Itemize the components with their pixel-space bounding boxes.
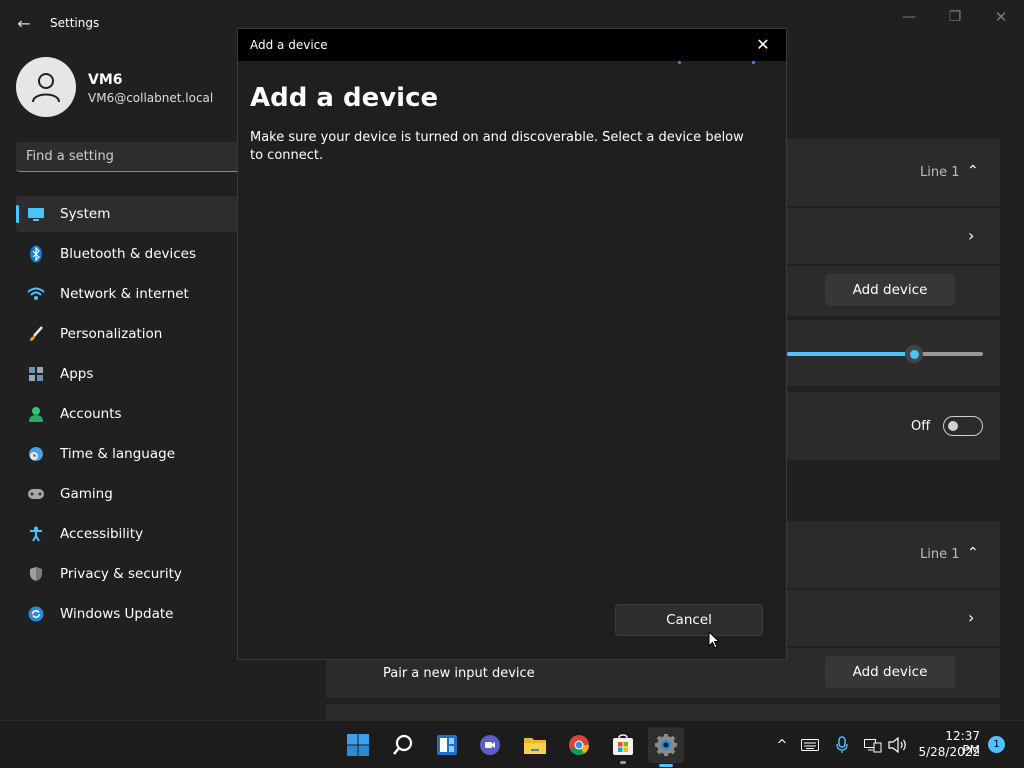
progress-dot: [752, 61, 755, 64]
person-avatar-icon: [32, 73, 60, 103]
toggle-knob: [948, 421, 958, 431]
line1-label-top: Line 1: [920, 165, 960, 180]
settings-card-partial: [326, 704, 1000, 720]
add-device-button[interactable]: Add device: [825, 656, 955, 688]
toggle-state-label: Off: [911, 419, 931, 434]
sidebar-item-label: Apps: [60, 366, 94, 382]
update-icon: [27, 605, 45, 623]
pair-input-device-label: Pair a new input device: [383, 666, 535, 681]
sidebar-item-label: Accessibility: [60, 526, 144, 542]
minimize-icon[interactable]: —: [897, 8, 921, 26]
settings-icon[interactable]: [648, 727, 684, 763]
monitor-icon: [27, 205, 45, 223]
user-email: VM6@collabnet.local: [88, 91, 214, 105]
dialog-close-icon[interactable]: ✕: [752, 35, 774, 55]
running-indicator: [620, 761, 626, 764]
taskbar: ^ 12:37 PM 5/28/2022 1: [0, 720, 1024, 768]
dialog-window-title: Add a device: [250, 38, 328, 52]
apps-icon: [27, 365, 45, 383]
store-icon[interactable]: [605, 727, 641, 763]
chat-icon[interactable]: [472, 727, 508, 763]
sidebar-item-system[interactable]: System: [16, 196, 244, 232]
notification-badge[interactable]: 1: [988, 736, 1005, 753]
search-box: [16, 142, 256, 172]
sidebar-item-accessibility[interactable]: Accessibility: [16, 516, 244, 552]
accessibility-icon: [27, 525, 45, 543]
slider-fill: [787, 352, 915, 356]
microphone-icon[interactable]: [832, 735, 852, 755]
line1-label-bottom: Line 1: [920, 547, 960, 562]
toggle-switch[interactable]: [943, 416, 983, 436]
slider[interactable]: [787, 345, 983, 363]
search-icon[interactable]: [385, 727, 421, 763]
chevron-up-icon[interactable]: ⌃: [967, 163, 979, 179]
app-title: Settings: [50, 16, 100, 30]
keyboard-icon[interactable]: [800, 735, 820, 755]
dialog-heading: Add a device: [250, 83, 439, 113]
active-app-indicator: [659, 764, 673, 767]
sidebar-item-accounts[interactable]: Accounts: [16, 396, 244, 432]
wifi-icon: [27, 285, 45, 303]
chevron-right-icon[interactable]: ›: [968, 608, 974, 627]
sidebar-item-personalization[interactable]: Personalization: [16, 316, 244, 352]
dialog-description: Make sure your device is turned on and d…: [250, 130, 744, 163]
sidebar-item-label: Bluetooth & devices: [60, 246, 197, 262]
start-icon[interactable]: [340, 727, 376, 763]
maximize-icon[interactable]: ❐: [943, 8, 967, 26]
sidebar-item-network[interactable]: Network & internet: [16, 276, 244, 312]
close-window-icon[interactable]: ✕: [989, 8, 1013, 26]
chrome-icon[interactable]: [561, 727, 597, 763]
sidebar-item-label: Personalization: [60, 326, 163, 342]
chevron-right-icon[interactable]: ›: [968, 226, 974, 245]
sidebar-item-label: Network & internet: [60, 286, 189, 302]
sidebar-item-label: System: [60, 206, 111, 222]
add-device-dialog: Add a device ✕ Add a device Make sure yo…: [237, 28, 787, 660]
widgets-icon[interactable]: [429, 727, 465, 763]
person-icon: [27, 405, 45, 423]
sidebar-item-privacy-security[interactable]: Privacy & security: [16, 556, 244, 592]
sidebar-item-label: Accounts: [60, 406, 122, 422]
clock-date[interactable]: 5/28/2022: [918, 745, 980, 759]
shield-icon: [27, 565, 45, 583]
sidebar-item-label: Windows Update: [60, 606, 174, 622]
search-input[interactable]: [16, 142, 256, 171]
user-name: VM6: [88, 72, 123, 88]
sidebar-item-bluetooth[interactable]: Bluetooth & devices: [16, 236, 244, 272]
sidebar-item-gaming[interactable]: Gaming: [16, 476, 244, 512]
progress-dot: [678, 61, 681, 64]
bluetooth-icon: [27, 245, 45, 263]
sidebar-item-label: Privacy & security: [60, 566, 182, 582]
back-arrow-icon[interactable]: ←: [14, 14, 34, 34]
add-device-button[interactable]: Add device: [825, 274, 955, 306]
mouse-cursor-icon: [708, 630, 721, 653]
sidebar-item-apps[interactable]: Apps: [16, 356, 244, 392]
avatar[interactable]: [16, 57, 76, 117]
tray-chevron-icon[interactable]: ^: [772, 735, 792, 755]
volume-icon[interactable]: [888, 735, 908, 755]
clock-globe-icon: [27, 445, 45, 463]
sidebar-item-windows-update[interactable]: Windows Update: [16, 596, 244, 632]
cancel-button[interactable]: Cancel: [615, 604, 763, 636]
sidebar-item-label: Time & language: [60, 446, 176, 462]
sidebar-item-time-language[interactable]: Time & language: [16, 436, 244, 472]
brush-icon: [27, 325, 45, 343]
sidebar-item-label: Gaming: [60, 486, 113, 502]
network-icon[interactable]: [863, 735, 883, 755]
gamepad-icon: [27, 485, 45, 503]
selection-indicator: [16, 205, 19, 223]
chevron-up-icon[interactable]: ⌃: [967, 545, 979, 561]
dialog-titlebar: Add a device ✕: [238, 29, 786, 61]
file-explorer-icon[interactable]: [517, 727, 553, 763]
